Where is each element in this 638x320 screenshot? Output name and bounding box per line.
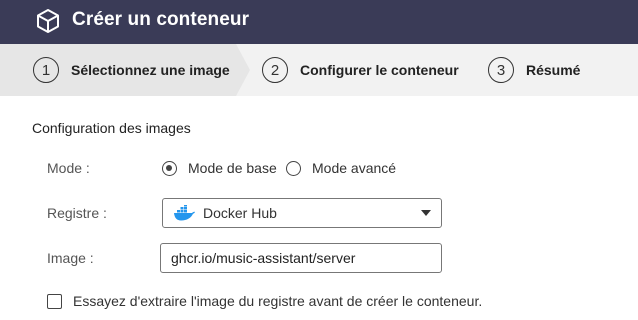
window-title: Créer un conteneur (72, 9, 250, 30)
mode-label: Mode : (47, 160, 90, 176)
step-label: Sélectionnez une image (71, 62, 230, 78)
chevron-down-icon[interactable] (421, 210, 431, 216)
wizard-steps: 1 Sélectionnez une image 2 Configurer le… (0, 44, 638, 96)
radio-basic-mode[interactable]: Mode de base (162, 160, 277, 176)
image-input[interactable]: ghcr.io/music-assistant/server (160, 243, 442, 273)
registry-select[interactable]: Docker Hub (162, 198, 442, 228)
radio-unchecked-icon[interactable] (286, 160, 301, 176)
section-title: Configuration des images (32, 120, 191, 136)
step-label: Résumé (526, 62, 581, 78)
step-number: 3 (488, 57, 514, 83)
registry-value: Docker Hub (203, 205, 277, 221)
docker-whale-icon (174, 205, 195, 221)
window-titlebar: Créer un conteneur (0, 0, 638, 44)
radio-label: Mode avancé (312, 160, 397, 176)
pull-image-checkbox[interactable]: Essayez d'extraire l'image du registre a… (47, 293, 482, 309)
registry-label: Registre : (47, 205, 107, 221)
checkbox-label: Essayez d'extraire l'image du registre a… (73, 293, 483, 309)
checkbox-icon[interactable] (47, 293, 62, 309)
step-label: Configurer le conteneur (300, 62, 459, 78)
radio-label: Mode de base (188, 160, 277, 176)
step-number: 1 (33, 57, 59, 83)
radio-advanced-mode[interactable]: Mode avancé (286, 160, 396, 176)
step-number: 2 (262, 57, 288, 83)
step-select-image[interactable]: 1 Sélectionnez une image (33, 44, 230, 96)
image-label: Image : (47, 250, 94, 266)
container-cube-icon (37, 9, 59, 33)
step-configure-container[interactable]: 2 Configurer le conteneur (262, 44, 459, 96)
step-summary[interactable]: 3 Résumé (488, 44, 580, 96)
radio-checked-icon[interactable] (162, 160, 177, 176)
